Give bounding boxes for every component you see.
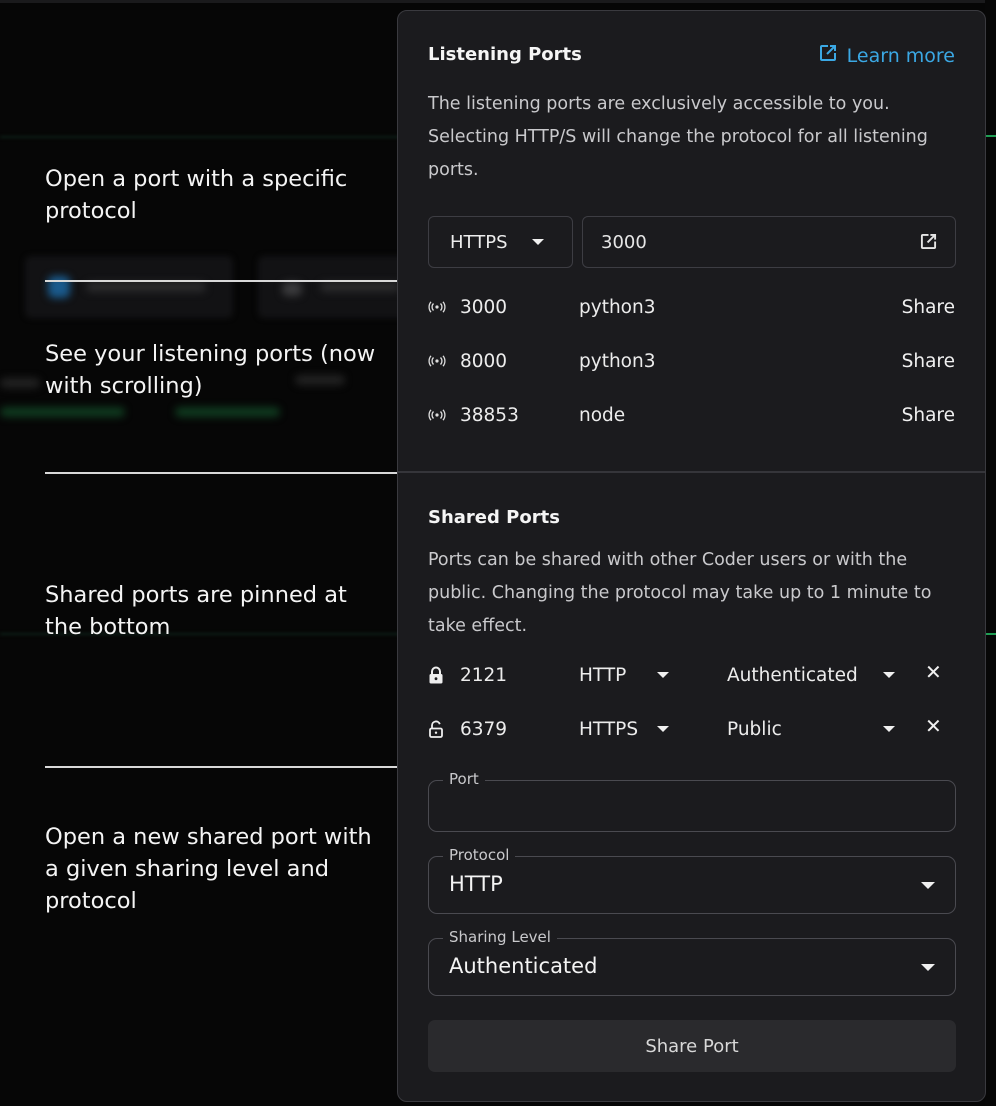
share-port-button[interactable]: Share Port	[428, 1020, 956, 1072]
listening-port-row: 8000 python3 Share	[428, 346, 955, 376]
background-terminal-icon	[282, 282, 302, 296]
port-field-label: Port	[443, 770, 485, 788]
broadcast-icon	[428, 355, 460, 367]
background-right-edge	[985, 0, 996, 1106]
background-text	[86, 282, 206, 292]
ports-popover: Listening Ports Learn more The listening…	[397, 10, 986, 1102]
chevron-down-icon	[921, 964, 935, 971]
annotation-separator	[45, 280, 397, 282]
process-name: python3	[579, 350, 656, 372]
learn-more-link[interactable]: Learn more	[819, 44, 955, 67]
annotation-listening: See your listening ports (now with scrol…	[45, 341, 376, 399]
background-chart-line	[985, 135, 996, 137]
share-button[interactable]: Share	[902, 351, 955, 372]
chevron-down-icon	[657, 726, 669, 732]
chevron-down-icon	[657, 672, 669, 678]
background-top-bar	[0, 0, 996, 3]
background-text	[0, 378, 40, 388]
listening-header: Listening Ports Learn more	[428, 44, 955, 70]
background-metric	[0, 407, 125, 417]
shared-protocol-select[interactable]: HTTPS	[579, 719, 727, 740]
process-name: node	[579, 404, 626, 426]
annotation-separator	[45, 766, 397, 768]
listening-port-row: 3000 python3 Share	[428, 292, 955, 322]
open-in-new-icon[interactable]	[920, 233, 937, 255]
port-number: 8000	[460, 350, 508, 372]
close-icon[interactable]: ✕	[925, 714, 942, 738]
share-button[interactable]: Share	[902, 405, 955, 426]
new-protocol-select[interactable]: Protocol HTTP	[428, 846, 956, 914]
process-name: python3	[579, 296, 656, 318]
background-text	[320, 282, 400, 292]
port-number: 38853	[460, 404, 519, 426]
sharing-level-field-value: Authenticated	[449, 954, 598, 978]
broadcast-icon	[428, 409, 460, 421]
shared-level-value: Authenticated	[727, 664, 858, 686]
listening-protocol-select[interactable]: HTTPS	[428, 216, 573, 268]
close-icon[interactable]: ✕	[925, 660, 942, 684]
protocol-field-label: Protocol	[443, 846, 516, 864]
port-number: 3000	[460, 296, 508, 318]
lock-open-icon	[428, 720, 460, 738]
annotation-shared: Shared ports are pinned at the bottom	[45, 582, 347, 640]
open-port-input[interactable]: 3000	[582, 216, 956, 268]
sharing-level-field-label: Sharing Level	[443, 928, 557, 946]
annotation-protocol: Open a port with a specific protocol	[45, 166, 348, 224]
background-metric	[175, 407, 280, 417]
protocol-field-value: HTTP	[449, 872, 503, 896]
shared-port-row: 6379 HTTPS Public ✕	[428, 714, 955, 744]
shared-level-value: Public	[727, 718, 782, 740]
shared-level-select[interactable]: Authenticated	[727, 665, 897, 686]
section-divider	[398, 471, 985, 473]
shared-protocol-value: HTTPS	[579, 718, 639, 740]
external-link-icon	[819, 44, 837, 67]
listening-protocol-value: HTTPS	[450, 231, 508, 253]
broadcast-icon	[428, 301, 460, 313]
shared-ports-title: Shared Ports	[428, 507, 560, 528]
new-port-input[interactable]: Port	[428, 770, 956, 832]
background-chart-line	[0, 136, 400, 138]
listening-description: The listening ports are exclusively acce…	[428, 94, 928, 180]
shared-level-select[interactable]: Public	[727, 719, 897, 740]
annotation-separator	[45, 472, 397, 474]
new-sharing-level-select[interactable]: Sharing Level Authenticated	[428, 928, 956, 996]
learn-more-label: Learn more	[846, 44, 955, 67]
open-port-value: 3000	[601, 231, 647, 253]
chevron-down-icon	[531, 239, 544, 245]
chevron-down-icon	[883, 672, 895, 678]
shared-port-row: 2121 HTTP Authenticated ✕	[428, 660, 955, 690]
annotation-new-share: Open a new shared port with a given shar…	[45, 824, 372, 914]
chevron-down-icon	[883, 726, 895, 732]
port-number: 6379	[460, 718, 508, 740]
listening-port-row: 38853 node Share	[428, 400, 955, 430]
share-button[interactable]: Share	[902, 297, 955, 318]
shared-protocol-select[interactable]: HTTP	[579, 665, 727, 686]
background-chart-line	[985, 633, 996, 635]
chevron-down-icon	[921, 882, 935, 889]
port-number: 2121	[460, 664, 508, 686]
shared-description: Ports can be shared with other Coder use…	[428, 550, 932, 636]
shared-protocol-value: HTTP	[579, 664, 627, 686]
lock-closed-icon	[428, 666, 460, 684]
